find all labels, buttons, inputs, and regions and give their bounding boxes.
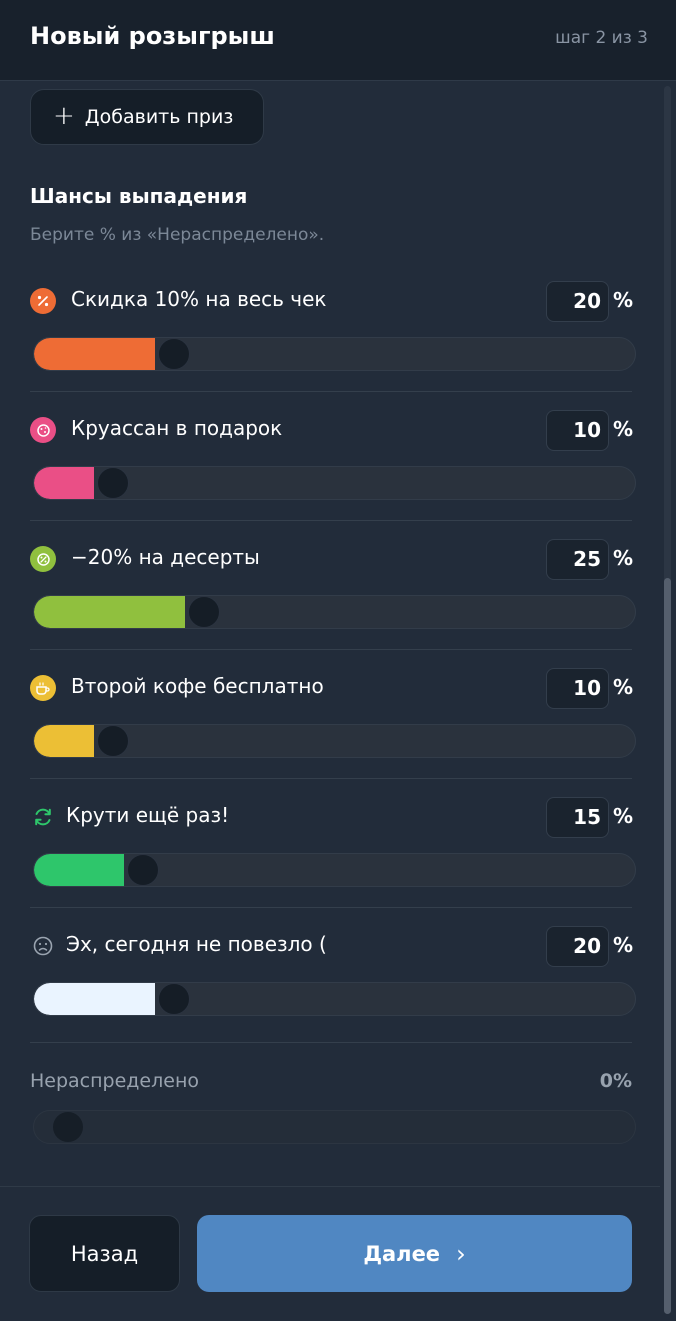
step-indicator: шаг 2 из 3	[555, 28, 648, 48]
percent-unit: %	[613, 933, 634, 957]
percent-unit: %	[613, 288, 634, 312]
divider	[30, 649, 632, 650]
prize-name: Крути ещё раз!	[66, 803, 230, 827]
plus-icon: +	[53, 100, 75, 131]
prize-row: Эх, сегодня не повезло ( 20 %	[30, 926, 636, 1056]
sad-face-icon	[30, 933, 56, 959]
back-button[interactable]: Назад	[29, 1215, 180, 1292]
prize-row: Крути ещё раз! 15 %	[30, 797, 636, 927]
unassigned-label: Нераспределено	[30, 1070, 200, 1092]
add-prize-label: Добавить приз	[84, 106, 234, 128]
prize-name: Эх, сегодня не повезло (	[66, 932, 327, 956]
discount-badge-icon	[30, 546, 56, 572]
divider	[30, 391, 632, 392]
scrollbar-thumb[interactable]	[664, 578, 671, 1314]
footer: Назад Далее ›	[0, 1186, 660, 1321]
percent-icon	[30, 288, 56, 314]
odds-hint: Берите % из «Нераспределено».	[30, 225, 325, 245]
unassigned-slider-track	[33, 1110, 636, 1144]
percent-unit: %	[613, 546, 634, 570]
content-area: + Добавить приз Шансы выпадения Берите %…	[0, 82, 660, 1186]
prize-slider-handle[interactable]	[97, 467, 129, 499]
percent-unit: %	[613, 417, 634, 441]
prize-name: Скидка 10% на весь чек	[71, 287, 327, 311]
prize-slider-track[interactable]	[33, 337, 636, 371]
unassigned-value: 0%	[599, 1070, 632, 1092]
prize-slider-handle[interactable]	[158, 338, 190, 370]
prize-slider-fill	[34, 854, 124, 886]
prize-percent-input[interactable]: 20	[546, 926, 609, 967]
prize-name: Второй кофе бесплатно	[71, 674, 324, 698]
prize-slider-handle[interactable]	[158, 983, 190, 1015]
prize-slider-track[interactable]	[33, 853, 636, 887]
divider	[30, 520, 632, 521]
prize-percent-input[interactable]: 25	[546, 539, 609, 580]
refresh-icon	[30, 804, 56, 830]
prize-percent-input[interactable]: 15	[546, 797, 609, 838]
prize-slider-fill	[34, 725, 94, 757]
prize-percent-input[interactable]: 10	[546, 668, 609, 709]
odds-title: Шансы выпадения	[30, 184, 248, 208]
chevron-right-icon: ›	[456, 1239, 466, 1268]
page-title: Новый розыгрыш	[30, 22, 275, 50]
coffee-icon	[30, 675, 56, 701]
prize-name: Круассан в подарок	[71, 416, 283, 440]
prize-percent-input[interactable]: 10	[546, 410, 609, 451]
prize-slider-handle[interactable]	[188, 596, 220, 628]
prize-percent-input[interactable]: 20	[546, 281, 609, 322]
percent-unit: %	[613, 804, 634, 828]
prize-row: Скидка 10% на весь чек 20 %	[30, 281, 636, 411]
next-label: Далее	[363, 1241, 441, 1266]
percent-unit: %	[613, 675, 634, 699]
prize-slider-fill	[34, 983, 155, 1015]
scrollbar[interactable]	[664, 86, 671, 1314]
prize-slider-fill	[34, 596, 185, 628]
prize-slider-track[interactable]	[33, 595, 636, 629]
prize-slider-track[interactable]	[33, 982, 636, 1016]
divider	[30, 907, 632, 908]
prize-row: Второй кофе бесплатно 10 %	[30, 668, 636, 798]
next-button[interactable]: Далее ›	[197, 1215, 632, 1292]
divider	[30, 778, 632, 779]
cookie-icon	[30, 417, 56, 443]
unassigned-slider-handle	[53, 1112, 83, 1142]
header: Новый розыгрыш шаг 2 из 3	[0, 0, 676, 81]
prize-row: −20% на десерты 25 %	[30, 539, 636, 669]
divider	[30, 1042, 632, 1043]
prize-name: −20% на десерты	[71, 545, 260, 569]
add-prize-button[interactable]: + Добавить приз	[30, 89, 264, 145]
prize-slider-fill	[34, 338, 155, 370]
prize-row: Круассан в подарок 10 %	[30, 410, 636, 540]
prize-slider-fill	[34, 467, 94, 499]
prize-slider-handle[interactable]	[127, 854, 159, 886]
prize-slider-handle[interactable]	[97, 725, 129, 757]
